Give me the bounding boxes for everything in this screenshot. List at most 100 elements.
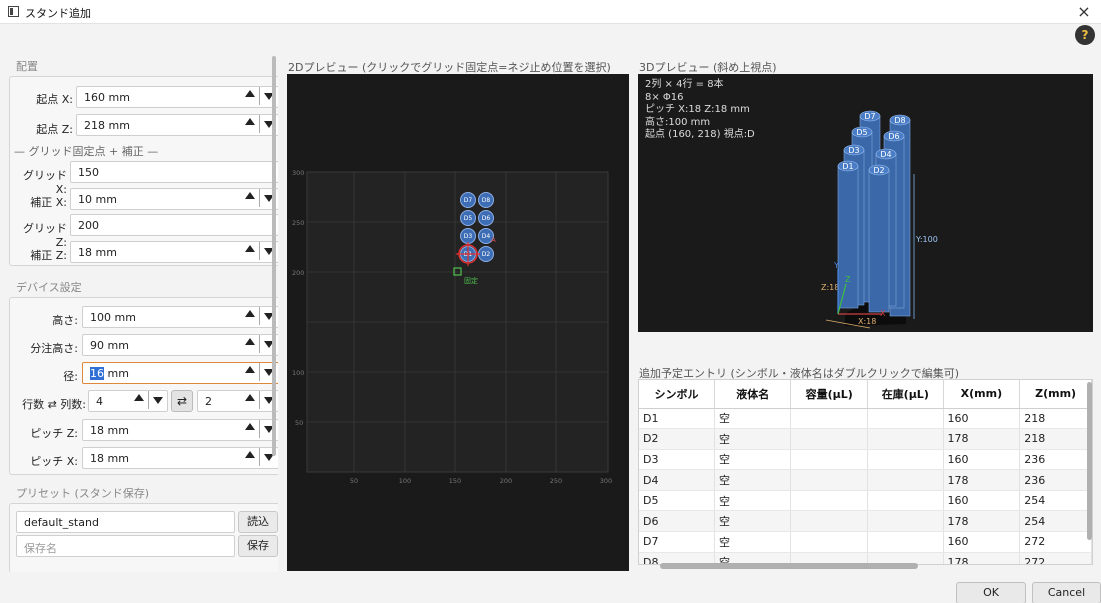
cell-symbol[interactable]: D2 xyxy=(639,428,715,450)
table-horizontal-scrollbar[interactable] xyxy=(660,563,918,569)
preview-2d-canvas[interactable]: 300 250 200 100 50 50 100 150 200 250 30… xyxy=(287,74,629,571)
cancel-button[interactable]: Cancel xyxy=(1032,582,1101,603)
pitch-x-spinner[interactable] xyxy=(242,448,274,466)
cell-z[interactable]: 218 xyxy=(1019,408,1092,430)
spin-up-icon[interactable] xyxy=(245,366,255,373)
cell-liquid[interactable]: 空 xyxy=(714,531,792,553)
table-row[interactable]: D7 空 160 272 xyxy=(639,531,1092,553)
cell-volume[interactable] xyxy=(790,449,868,471)
cell-z[interactable]: 272 xyxy=(1019,531,1092,553)
cell-z[interactable]: 272 xyxy=(1019,552,1092,564)
spin-up-icon[interactable] xyxy=(245,90,255,97)
height-field[interactable]: 100 mm xyxy=(82,306,278,328)
cell-z[interactable]: 254 xyxy=(1019,490,1092,512)
diameter-field[interactable]: 16 mm xyxy=(82,362,278,384)
preset-save-name-field[interactable]: 保存名 xyxy=(16,535,235,557)
cell-z[interactable]: 236 xyxy=(1019,469,1092,491)
col-header-stock[interactable]: 在庫(μL) xyxy=(867,380,944,409)
cell-liquid[interactable]: 空 xyxy=(714,510,792,533)
cell-x[interactable]: 178 xyxy=(943,428,1021,450)
pitch-z-field[interactable]: 18 mm xyxy=(82,419,278,441)
table-row[interactable]: D5 空 160 254 xyxy=(639,490,1092,512)
spin-down-icon[interactable] xyxy=(153,397,163,404)
cell-stock[interactable] xyxy=(867,510,944,533)
cell-volume[interactable] xyxy=(790,531,868,553)
cell-volume[interactable] xyxy=(790,408,868,430)
spin-up-icon[interactable] xyxy=(245,338,255,345)
dispense-height-field[interactable]: 90 mm xyxy=(82,334,278,356)
cell-symbol[interactable]: D5 xyxy=(639,490,715,512)
cell-symbol[interactable]: D4 xyxy=(639,469,715,491)
rows-field[interactable]: 4 xyxy=(88,390,168,412)
cell-symbol[interactable]: D6 xyxy=(639,510,715,533)
table-row[interactable]: D2 空 178 218 xyxy=(639,428,1092,450)
entries-grid[interactable]: シンボル 液体名 容量(μL) 在庫(μL) X(mm) Z(mm) D1 空 16… xyxy=(639,380,1092,564)
cols-spinner[interactable] xyxy=(242,391,274,409)
col-header-volume[interactable]: 容量(μL) xyxy=(790,380,868,409)
pitch-z-spinner[interactable] xyxy=(242,420,274,438)
spin-up-icon[interactable] xyxy=(134,394,144,401)
cell-x[interactable]: 160 xyxy=(943,408,1021,430)
spin-up-icon[interactable] xyxy=(245,310,255,317)
cell-x[interactable]: 178 xyxy=(943,469,1021,491)
cell-liquid[interactable]: 空 xyxy=(714,490,792,512)
cell-stock[interactable] xyxy=(867,428,944,450)
cell-liquid[interactable]: 空 xyxy=(714,408,792,430)
cell-symbol[interactable]: D7 xyxy=(639,531,715,553)
cell-symbol[interactable]: D3 xyxy=(639,449,715,471)
col-header-symbol[interactable]: シンボル xyxy=(639,380,715,409)
rows-spinner[interactable] xyxy=(131,391,163,409)
cell-volume[interactable] xyxy=(790,490,868,512)
col-header-liquid[interactable]: 液体名 xyxy=(714,380,792,409)
table-row[interactable]: D3 空 160 236 xyxy=(639,449,1092,471)
spin-up-icon[interactable] xyxy=(245,394,255,401)
cell-x[interactable]: 178 xyxy=(943,510,1021,533)
table-row[interactable]: D6 空 178 254 xyxy=(639,510,1092,533)
cell-stock[interactable] xyxy=(867,469,944,491)
entries-table[interactable]: シンボル 液体名 容量(μL) 在庫(μL) X(mm) Z(mm) D1 空 16… xyxy=(638,379,1093,565)
origin-z-field[interactable]: 218 mm xyxy=(76,114,278,136)
help-icon[interactable]: ? xyxy=(1075,25,1095,45)
cell-x[interactable]: 178 xyxy=(943,552,1021,564)
dispense-height-spinner[interactable] xyxy=(242,335,274,353)
cols-field[interactable]: 2 xyxy=(197,390,278,412)
preset-name-field[interactable]: default_stand xyxy=(16,511,235,533)
origin-x-spinner[interactable] xyxy=(242,87,274,105)
origin-x-field[interactable]: 160 mm xyxy=(76,86,278,108)
cell-stock[interactable] xyxy=(867,490,944,512)
col-header-z[interactable]: Z(mm) xyxy=(1019,380,1092,409)
cell-x[interactable]: 160 xyxy=(943,449,1021,471)
cell-volume[interactable] xyxy=(790,428,868,450)
save-preset-button[interactable]: 保存 xyxy=(238,535,278,557)
height-spinner[interactable] xyxy=(242,307,274,325)
spin-up-icon[interactable] xyxy=(245,245,255,252)
cell-liquid[interactable]: 空 xyxy=(714,428,792,450)
corr-z-spinner[interactable] xyxy=(242,242,274,260)
cell-z[interactable]: 236 xyxy=(1019,449,1092,471)
spin-up-icon[interactable] xyxy=(245,423,255,430)
corr-z-field[interactable]: 18 mm xyxy=(70,241,278,263)
cell-volume[interactable] xyxy=(790,469,868,491)
origin-z-spinner[interactable] xyxy=(242,115,274,133)
table-row[interactable]: D4 空 178 236 xyxy=(639,469,1092,491)
pitch-x-field[interactable]: 18 mm xyxy=(82,447,278,469)
preview-2d-plot[interactable]: 300 250 200 100 50 50 100 150 200 250 30… xyxy=(287,74,629,571)
load-preset-button[interactable]: 読込 xyxy=(238,511,278,533)
cell-stock[interactable] xyxy=(867,531,944,553)
cell-stock[interactable] xyxy=(867,408,944,430)
cell-z[interactable]: 218 xyxy=(1019,428,1092,450)
left-panel-scrollbar[interactable] xyxy=(272,56,276,456)
cell-x[interactable]: 160 xyxy=(943,490,1021,512)
grid-z-field[interactable]: 200 xyxy=(70,214,278,236)
cell-volume[interactable] xyxy=(790,510,868,533)
swap-rows-cols-button[interactable]: ⇄ xyxy=(171,390,193,412)
ok-button[interactable]: OK xyxy=(956,582,1026,603)
close-icon[interactable]: × xyxy=(1075,2,1093,21)
corr-x-spinner[interactable] xyxy=(242,189,274,207)
grid-x-field[interactable]: 150 xyxy=(70,161,278,183)
table-vertical-scrollbar[interactable] xyxy=(1087,382,1092,540)
cell-liquid[interactable]: 空 xyxy=(714,469,792,491)
corr-x-field[interactable]: 10 mm xyxy=(70,188,278,210)
cell-z[interactable]: 254 xyxy=(1019,510,1092,533)
preview-3d-canvas[interactable]: 2列 × 4行 = 8本 8× Φ16 ピッチ X:18 Z:18 mm 高さ:… xyxy=(638,74,1093,332)
